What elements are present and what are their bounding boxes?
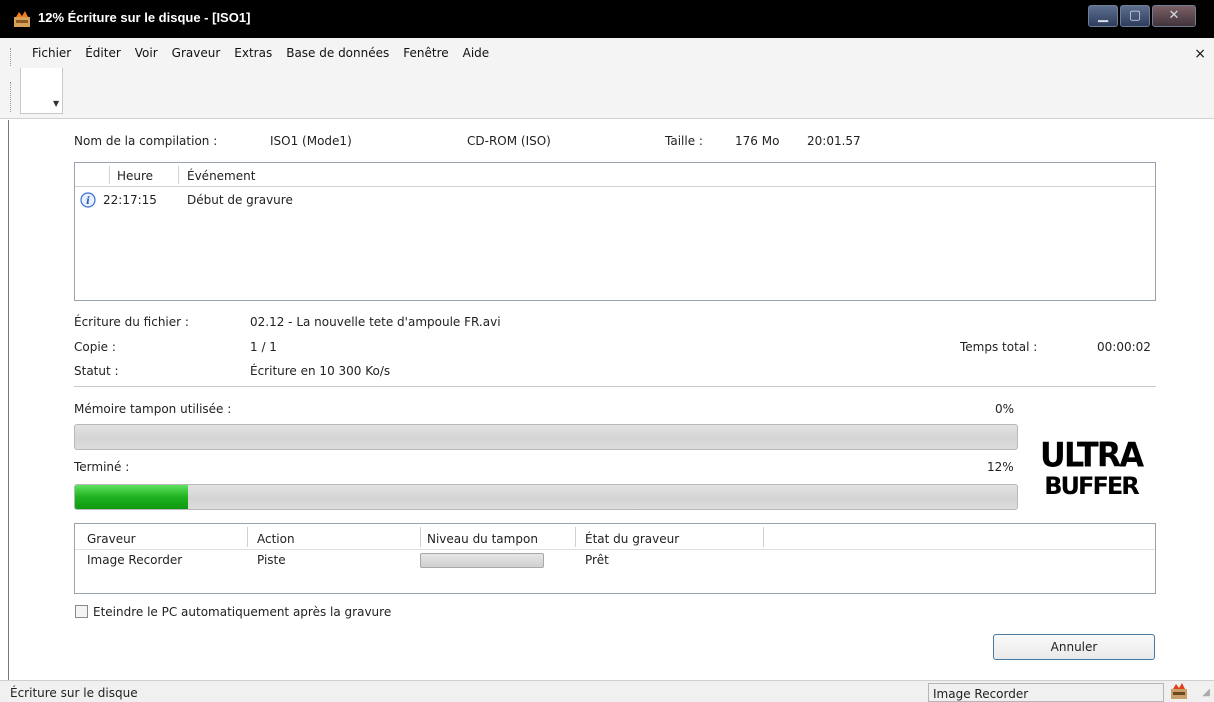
buffer-label: Mémoire tampon utilisée : — [74, 402, 232, 416]
menu-extras[interactable]: Extras — [234, 46, 272, 60]
column-niveau-tampon[interactable]: Niveau du tampon — [427, 532, 538, 546]
column-separator — [178, 166, 179, 184]
menu-editer[interactable]: Éditer — [85, 46, 121, 60]
menu-fichier[interactable]: Fichier — [32, 46, 71, 60]
copy-value: 1 / 1 — [250, 340, 277, 354]
resize-grip-icon[interactable]: ◢ — [1202, 687, 1210, 698]
column-separator — [420, 527, 421, 547]
copy-label: Copie : — [74, 340, 116, 354]
event-time: 22:17:15 — [103, 193, 157, 207]
total-time-label: Temps total : — [960, 340, 1038, 354]
cancel-button[interactable]: Annuler — [993, 634, 1155, 660]
size-value: 176 Mo — [735, 134, 780, 148]
duration-value: 20:01.57 — [807, 134, 861, 148]
column-heure[interactable]: Heure — [117, 169, 153, 183]
maximize-button[interactable]: ▢ — [1120, 5, 1150, 27]
menu-aide[interactable]: Aide — [463, 46, 490, 60]
column-action[interactable]: Action — [257, 532, 295, 546]
menu-bar: Fichier Éditer Voir Graveur Extras Base … — [10, 46, 503, 60]
drive-buffer-bar — [420, 553, 544, 568]
shutdown-checkbox-label[interactable]: Eteindre le PC automatiquement après la … — [93, 605, 391, 619]
menu-fenetre[interactable]: Fenêtre — [403, 46, 448, 60]
total-time-value: 00:00:02 — [1097, 340, 1151, 354]
shutdown-checkbox[interactable] — [75, 605, 88, 618]
menu-toolbar-area: Fichier Éditer Voir Graveur Extras Base … — [0, 38, 1214, 119]
file-value: 02.12 - La nouvelle tete d'ampoule FR.av… — [250, 315, 501, 329]
done-progress-bar — [74, 484, 1018, 510]
ultra-buffer-logo: ULTRA BUFFER — [1028, 435, 1154, 506]
file-label: Écriture du fichier : — [74, 315, 189, 329]
event-text: Début de gravure — [187, 193, 293, 207]
svg-text:i: i — [86, 196, 90, 207]
status-bar-text: Écriture sur le disque — [10, 686, 138, 700]
close-document-icon[interactable]: × — [1194, 46, 1206, 62]
menu-base-de-donnees[interactable]: Base de données — [286, 46, 389, 60]
title-bar: 12% Écriture sur le disque - [ISO1] ▁ ▢ … — [0, 0, 1214, 38]
status-value: Écriture en 10 300 Ko/s — [250, 364, 391, 378]
drive-state: Prêt — [585, 553, 609, 567]
burn-status-icon — [1171, 683, 1187, 699]
list-item[interactable]: i 22:17:15 Début de gravure — [75, 189, 1155, 209]
compilation-label: Nom de la compilation : — [74, 134, 218, 148]
status-bar: Écriture sur le disque Image Recorder ◢ — [0, 680, 1214, 702]
drive-name: Image Recorder — [87, 553, 183, 567]
logo-line-2: BUFFER — [1044, 472, 1139, 500]
event-log-list[interactable]: Heure Événement i 22:17:15 Début de grav… — [74, 162, 1156, 301]
minimize-button[interactable]: ▁ — [1088, 5, 1118, 27]
done-percent: 12% — [987, 460, 1014, 474]
info-icon: i — [80, 192, 96, 208]
column-separator — [575, 527, 576, 547]
buffer-percent: 0% — [995, 402, 1015, 416]
done-label: Terminé : — [74, 460, 130, 474]
menu-voir[interactable]: Voir — [135, 46, 158, 60]
column-separator — [247, 527, 248, 547]
column-evenement[interactable]: Événement — [187, 169, 255, 183]
logo-line-1: ULTRA — [1039, 435, 1144, 475]
buffer-progress-bar — [74, 424, 1018, 450]
divider — [74, 386, 1156, 387]
column-separator — [109, 166, 110, 184]
drive-table[interactable]: Graveur Action Niveau du tampon État du … — [74, 523, 1156, 594]
compilation-type: CD-ROM (ISO) — [467, 134, 551, 148]
event-log-header: Heure Événement — [75, 163, 1155, 187]
window-title: 12% Écriture sur le disque - [ISO1] — [38, 10, 251, 25]
size-label: Taille : — [665, 134, 703, 148]
status-label: Statut : — [74, 364, 119, 378]
column-graveur[interactable]: Graveur — [87, 532, 136, 546]
menu-graveur[interactable]: Graveur — [172, 46, 221, 60]
compilation-name: ISO1 (Mode1) — [270, 134, 352, 148]
drive-action: Piste — [257, 553, 286, 567]
toolbar-dropdown-icon[interactable]: ▼ — [53, 99, 59, 108]
done-progress-fill — [75, 485, 189, 509]
column-separator — [763, 527, 764, 547]
app-flame-icon — [14, 11, 30, 27]
toolbar-grip[interactable] — [10, 82, 13, 112]
column-etat-graveur[interactable]: État du graveur — [585, 532, 679, 546]
close-window-button[interactable]: ✕ — [1152, 5, 1196, 27]
header-divider — [75, 549, 1155, 550]
status-bar-recorder: Image Recorder — [928, 683, 1164, 702]
